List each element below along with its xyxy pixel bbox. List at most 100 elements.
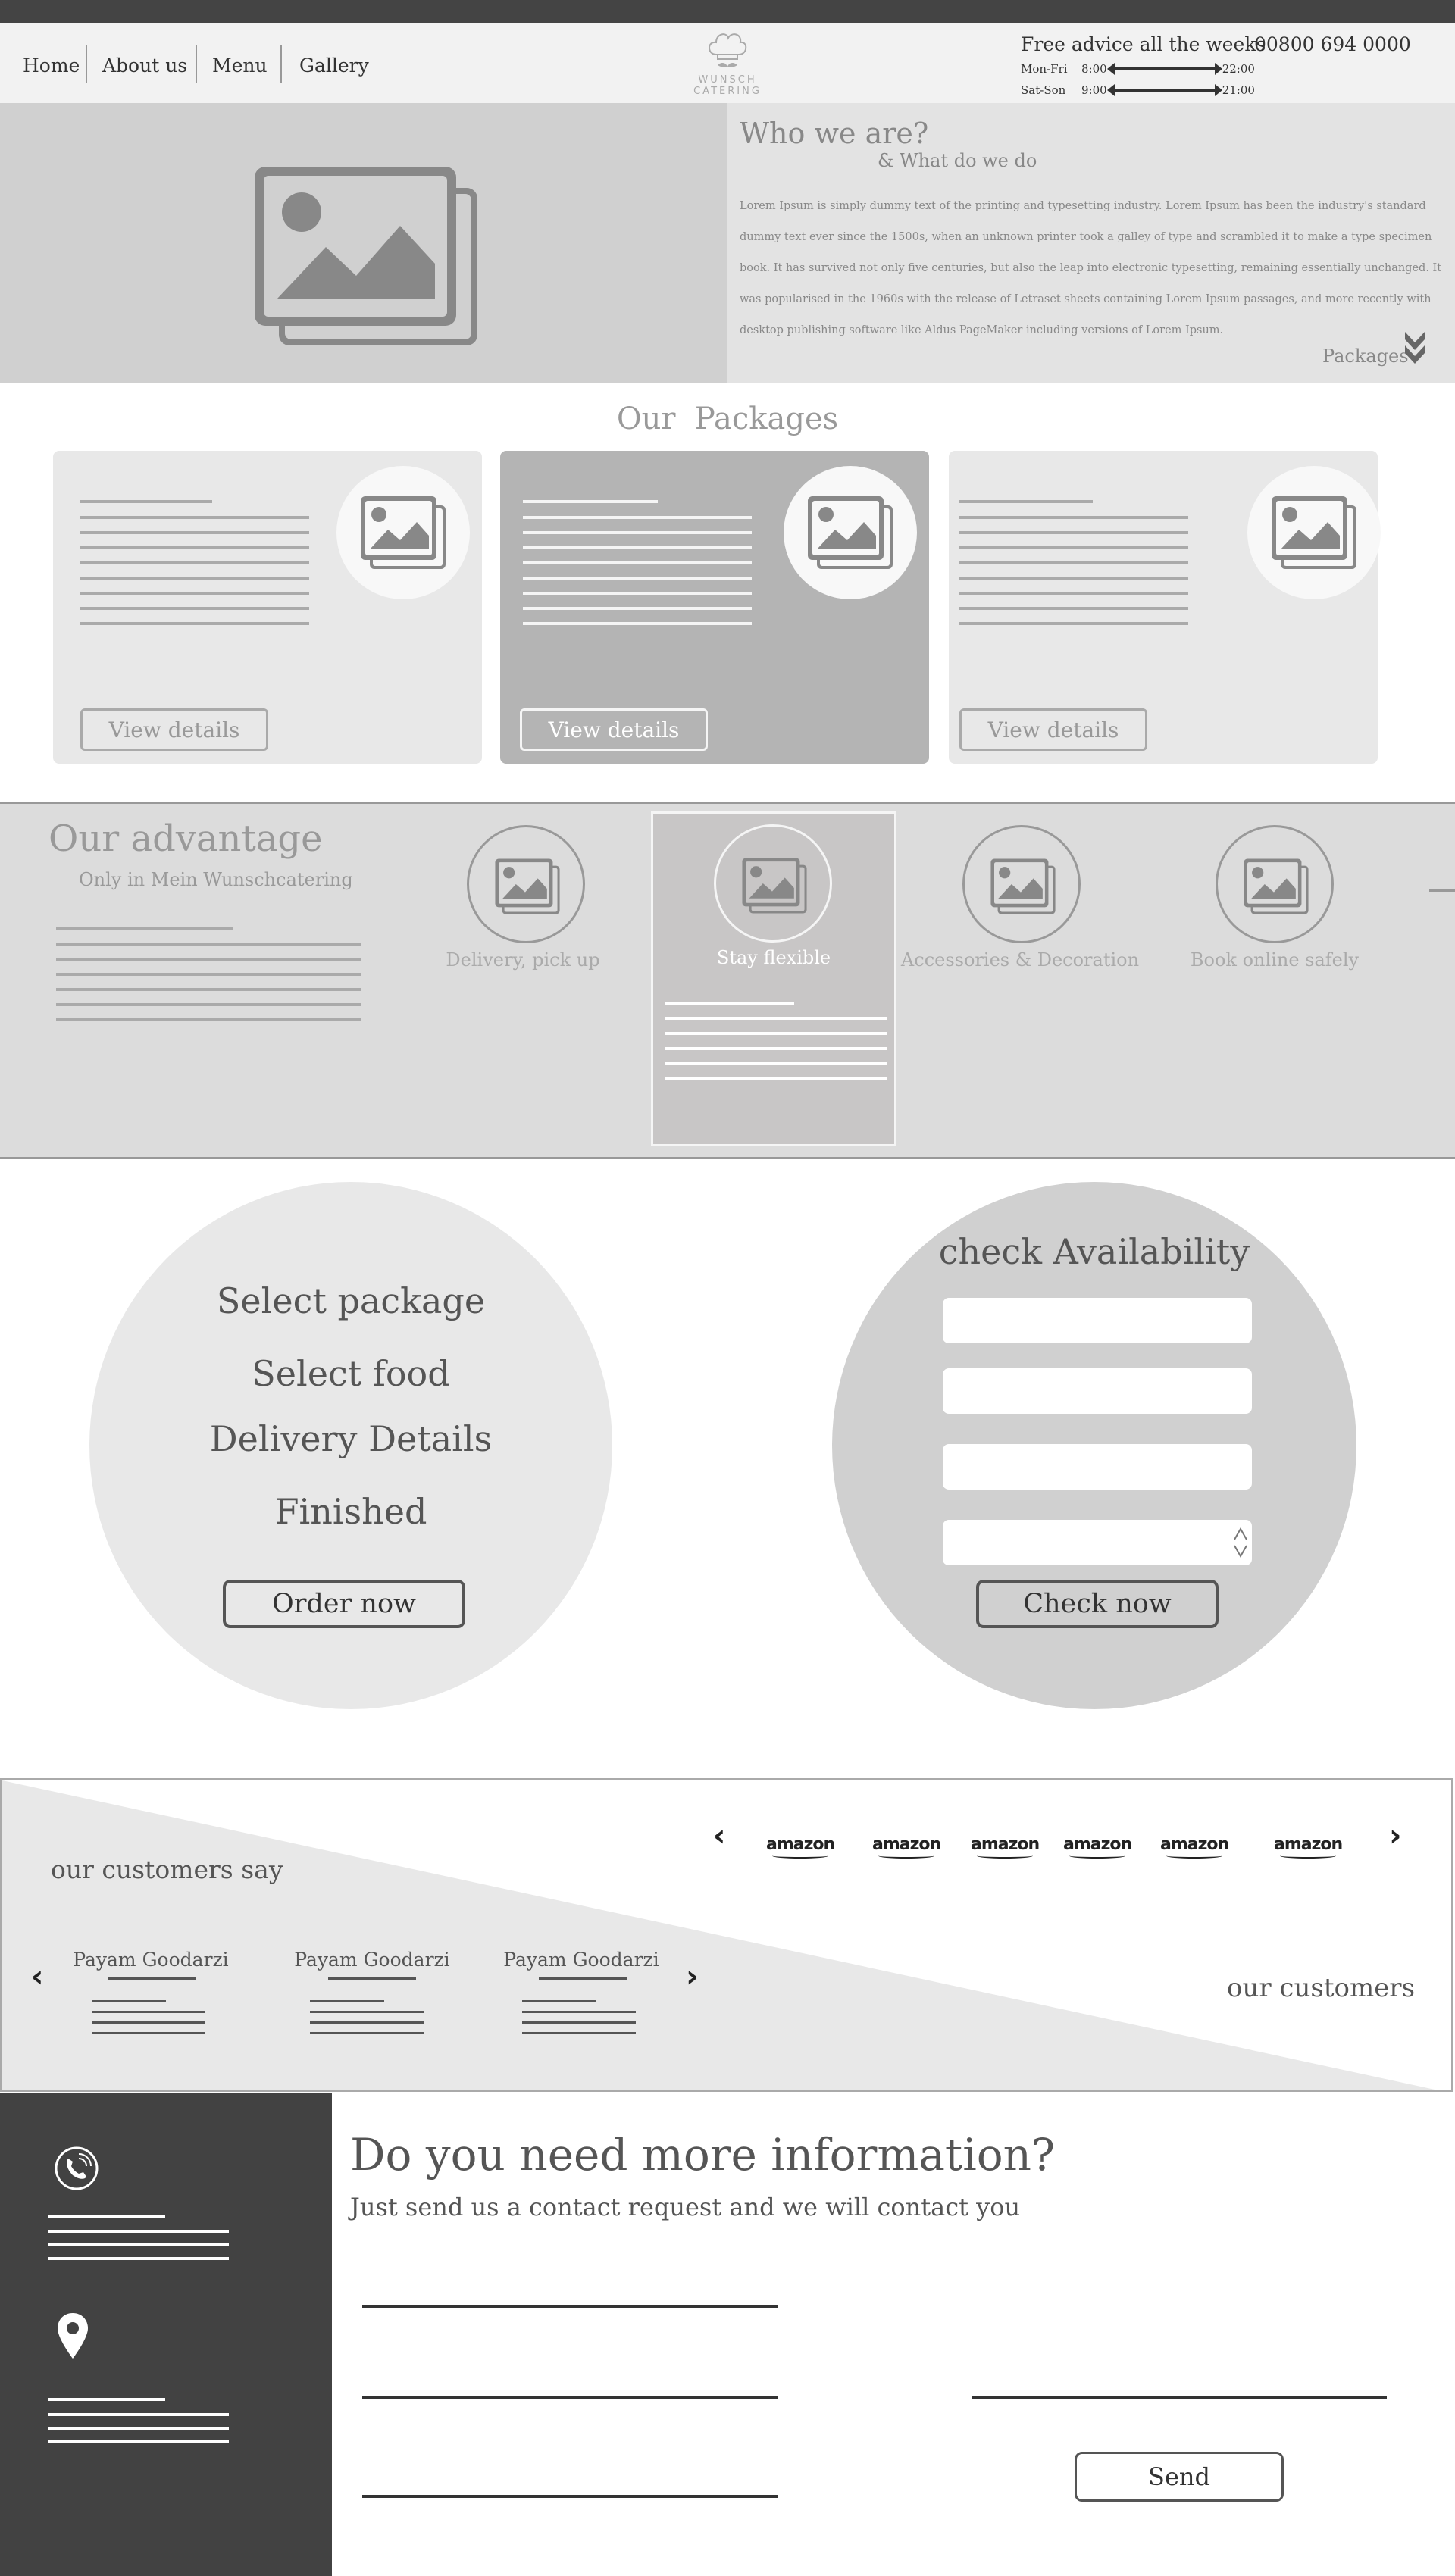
card-text-line xyxy=(523,516,752,519)
chevron-down-icon[interactable] xyxy=(1403,329,1426,368)
card-text-line xyxy=(80,607,309,610)
card-text-line xyxy=(959,577,1188,580)
image-placeholder-icon xyxy=(255,167,477,345)
weekend-hours: Sat-Son 9:00 21:00 xyxy=(1021,83,1255,97)
review-text-line xyxy=(92,2011,205,2013)
review-text-line xyxy=(92,2032,205,2034)
nav-about[interactable]: About us xyxy=(102,50,187,80)
top-strip xyxy=(0,0,1455,23)
review-text-line xyxy=(522,2000,596,2002)
about-title: Who we are? xyxy=(740,117,929,150)
reviewer-name: Payam Goodarzi xyxy=(503,1949,659,1971)
advantage-text-line xyxy=(56,1003,361,1006)
card-text-line xyxy=(80,546,309,549)
package-card: View details xyxy=(949,451,1381,764)
logo-subname: CATERING xyxy=(693,86,762,97)
contact-title: Do you need more information? xyxy=(350,2129,1056,2181)
package-card: View details xyxy=(53,451,482,764)
advantage-card-active[interactable]: Stay flexible xyxy=(651,811,896,1146)
customer-logo: amazon xyxy=(971,1835,1040,1859)
review-text-line xyxy=(310,2011,424,2013)
contact-field-message[interactable] xyxy=(362,2495,778,2498)
advantage-icon-circle[interactable] xyxy=(962,825,1081,943)
stepper-arrows-icon[interactable] xyxy=(1232,1526,1249,1559)
review-text-line xyxy=(310,2021,424,2024)
card-text-line xyxy=(80,577,309,580)
weekend-label: Sat-Son xyxy=(1021,83,1066,97)
advantage-label: Stay flexible xyxy=(716,947,831,968)
chef-hat-icon xyxy=(709,33,747,67)
contact-field-email[interactable] xyxy=(362,2396,778,2399)
address-heading-line xyxy=(48,2398,165,2401)
review-text-line xyxy=(522,2021,636,2024)
nav-menu[interactable]: Menu xyxy=(212,50,268,80)
image-placeholder-icon xyxy=(361,496,446,569)
advantage-label: Book online safely xyxy=(1190,949,1360,971)
card-text-line xyxy=(523,592,752,595)
card-image-circle xyxy=(1247,466,1381,599)
card-text-line xyxy=(523,607,752,610)
card-text-line xyxy=(959,622,1188,625)
availability-input[interactable] xyxy=(943,1368,1252,1414)
review-text-line xyxy=(310,2000,384,2002)
order-now-button[interactable]: Order now xyxy=(223,1580,465,1628)
weekday-close: 22:00 xyxy=(1222,62,1255,76)
view-details-button[interactable]: View details xyxy=(520,708,708,751)
customers-say-title: our customers say xyxy=(51,1855,283,1884)
step-finished: Finished xyxy=(274,1491,427,1532)
advantage-text-line xyxy=(56,1018,361,1021)
availability-input[interactable] xyxy=(943,1444,1252,1490)
image-placeholder-icon xyxy=(808,496,893,569)
advantage-icon-circle[interactable] xyxy=(467,825,585,943)
phone-number[interactable]: 00800 694 0000 xyxy=(1254,33,1411,55)
card-text-line xyxy=(523,531,752,534)
slider-handle[interactable] xyxy=(1429,889,1455,892)
advantage-heading-line xyxy=(56,927,233,930)
card-heading-line xyxy=(80,500,212,503)
step-select-food: Select food xyxy=(252,1353,450,1394)
contact-sidebar xyxy=(0,2093,332,2576)
advantage-title: Our advantage xyxy=(48,818,323,860)
advantage-text-line xyxy=(56,943,361,946)
card-text-line xyxy=(523,546,752,549)
logo[interactable]: WUNSCH CATERING xyxy=(682,29,773,98)
chevron-left-icon[interactable]: ‹ xyxy=(31,1959,43,1994)
address-text-line xyxy=(48,2413,229,2416)
card-image-circle xyxy=(784,466,917,599)
image-placeholder-icon xyxy=(1272,496,1356,569)
nav-home[interactable]: Home xyxy=(23,50,80,80)
guest-count-stepper[interactable] xyxy=(943,1520,1252,1565)
availability-input[interactable] xyxy=(943,1298,1252,1343)
chevron-right-icon[interactable]: › xyxy=(686,1959,698,1994)
view-details-button[interactable]: View details xyxy=(80,708,268,751)
image-placeholder-icon xyxy=(990,858,1056,914)
about-subtitle: & What do we do xyxy=(878,150,1037,171)
chevron-right-icon[interactable]: › xyxy=(1389,1818,1401,1853)
contact-field-name[interactable] xyxy=(362,2305,778,2308)
contact-subtitle: Just send us a contact request and we wi… xyxy=(350,2193,1021,2221)
step-select-package: Select package xyxy=(216,1280,486,1321)
advantage-icon-circle xyxy=(714,824,832,943)
review-text-line xyxy=(92,2021,205,2024)
contact-field-phone[interactable] xyxy=(972,2396,1387,2399)
about-section: Who we are? & What do we do Lorem Ipsum … xyxy=(728,103,1455,383)
step-delivery-details: Delivery Details xyxy=(209,1418,493,1459)
card-text-line xyxy=(959,561,1188,564)
card-text-line xyxy=(959,607,1188,610)
advantage-heading-line xyxy=(665,1002,794,1005)
review-text-line xyxy=(92,2000,166,2002)
nav-gallery[interactable]: Gallery xyxy=(299,50,369,80)
customer-logo: amazon xyxy=(1160,1835,1229,1859)
view-details-button[interactable]: View details xyxy=(959,708,1147,751)
header: Home About us Menu Gallery WUNSCH CATERI… xyxy=(0,23,1455,103)
send-button[interactable]: Send xyxy=(1075,2452,1284,2502)
image-placeholder-icon xyxy=(742,858,807,914)
image-placeholder-icon xyxy=(495,858,560,914)
chevron-left-icon[interactable]: ‹ xyxy=(713,1818,725,1853)
check-now-button[interactable]: Check now xyxy=(976,1580,1219,1628)
contact-text-line xyxy=(48,2257,229,2260)
advantage-icon-circle[interactable] xyxy=(1216,825,1334,943)
packages-link[interactable]: Packages xyxy=(1322,345,1409,367)
reviewer-name: Payam Goodarzi xyxy=(294,1949,450,1971)
advantage-section: Our advantage Only in Mein Wunschcaterin… xyxy=(0,802,1455,1159)
